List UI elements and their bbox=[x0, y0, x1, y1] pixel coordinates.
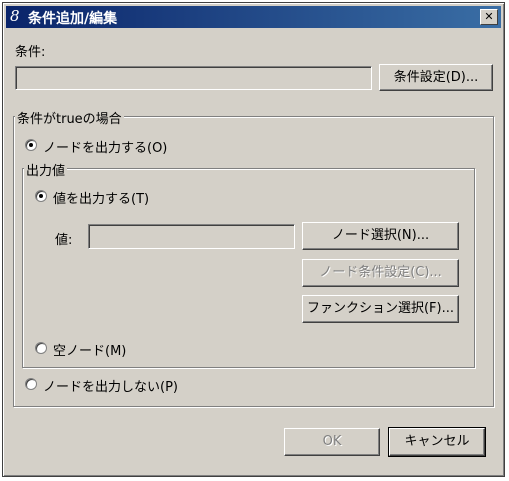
title-bar: 8 条件追加/編集 ✕ bbox=[6, 6, 501, 28]
radio-output-node-label: ノードを出力する(O) bbox=[43, 141, 168, 156]
true-case-legend: 条件がtrueの場合 bbox=[15, 108, 124, 127]
condition-label: 条件: bbox=[15, 45, 46, 60]
radio-no-output-label: ノードを出力しない(P) bbox=[43, 380, 178, 395]
app-icon: 8 bbox=[10, 7, 20, 25]
condition-field[interactable] bbox=[15, 66, 372, 90]
radio-output-value[interactable]: 値を出力する(T) bbox=[35, 188, 235, 207]
radio-output-value-circle[interactable] bbox=[35, 190, 47, 202]
radio-output-node-circle[interactable] bbox=[25, 139, 37, 151]
output-value-legend: 出力値 bbox=[24, 160, 68, 179]
radio-no-output-circle[interactable] bbox=[25, 378, 37, 390]
radio-output-value-label: 値を出力する(T) bbox=[53, 192, 150, 207]
radio-empty-node-label: 空ノード(M) bbox=[53, 344, 127, 359]
radio-output-node[interactable]: ノードを出力する(O) bbox=[25, 137, 225, 156]
dialog-window: 8 条件追加/編集 ✕ 条件: 条件設定(D)... 条件がtrueの場合 ノー… bbox=[2, 2, 505, 477]
radio-empty-node[interactable]: 空ノード(M) bbox=[35, 340, 235, 359]
cancel-button[interactable]: キャンセル bbox=[388, 427, 486, 457]
node-condition-set-button[interactable]: ノード条件設定(C)... bbox=[302, 259, 459, 287]
close-button[interactable]: ✕ bbox=[480, 9, 498, 25]
value-field[interactable] bbox=[88, 224, 295, 249]
node-select-button[interactable]: ノード選択(N)... bbox=[302, 222, 459, 250]
ok-button[interactable]: OK bbox=[284, 428, 380, 456]
radio-no-output[interactable]: ノードを出力しない(P) bbox=[25, 376, 225, 395]
radio-empty-node-circle[interactable] bbox=[35, 342, 47, 354]
close-icon: ✕ bbox=[484, 10, 494, 23]
dialog-title: 条件追加/編集 bbox=[28, 11, 118, 27]
condition-set-button[interactable]: 条件設定(D)... bbox=[379, 64, 493, 91]
function-select-button[interactable]: ファンクション選択(F)... bbox=[302, 295, 459, 323]
value-label: 値: bbox=[55, 233, 73, 248]
